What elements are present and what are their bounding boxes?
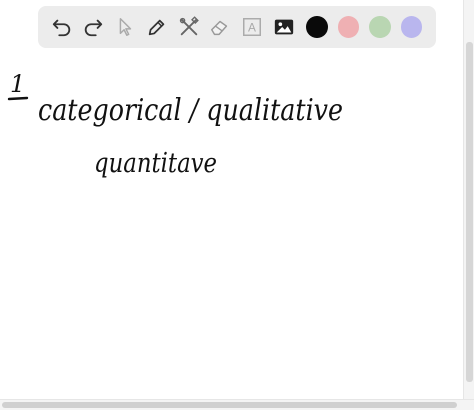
image-tool-button[interactable]	[269, 12, 298, 42]
pen-icon	[148, 19, 165, 36]
drawing-canvas[interactable]: 1 categorical / qualitative quantitave	[0, 0, 474, 410]
handwritten-number: 1	[10, 70, 25, 98]
text-tool-button[interactable]: A	[238, 12, 267, 42]
eraser-tool-button[interactable]	[206, 12, 235, 42]
undo-icon	[52, 19, 70, 37]
horizontal-scrollbar-thumb[interactable]	[2, 402, 457, 408]
color-swatch-purple[interactable]	[400, 16, 422, 38]
color-swatch-pink[interactable]	[337, 16, 360, 38]
handwritten-line-1: categorical / qualitative	[38, 93, 343, 128]
vertical-scrollbar-thumb[interactable]	[466, 42, 473, 382]
pen-tool-button[interactable]	[142, 12, 171, 42]
text-icon-label: A	[248, 21, 256, 35]
tools-icon	[179, 16, 199, 36]
select-tool-button[interactable]	[111, 12, 140, 42]
vertical-scrollbar[interactable]	[463, 0, 474, 400]
drawing-toolbar: A	[38, 6, 436, 48]
undo-button[interactable]	[47, 12, 76, 42]
ink-layer: 1 categorical / qualitative quantitave	[7, 70, 343, 179]
eraser-icon	[211, 20, 228, 36]
tools-button[interactable]	[174, 12, 203, 42]
color-swatch-black[interactable]	[306, 16, 328, 38]
text-icon: A	[243, 18, 262, 36]
color-swatch-green[interactable]	[369, 16, 391, 38]
pointer-icon	[119, 18, 132, 36]
number-underline	[7, 96, 29, 101]
redo-icon	[85, 19, 103, 37]
horizontal-scrollbar[interactable]	[0, 399, 474, 410]
redo-button[interactable]	[79, 12, 108, 42]
handwritten-line-2: quantitave	[94, 148, 217, 179]
image-icon	[274, 19, 294, 35]
